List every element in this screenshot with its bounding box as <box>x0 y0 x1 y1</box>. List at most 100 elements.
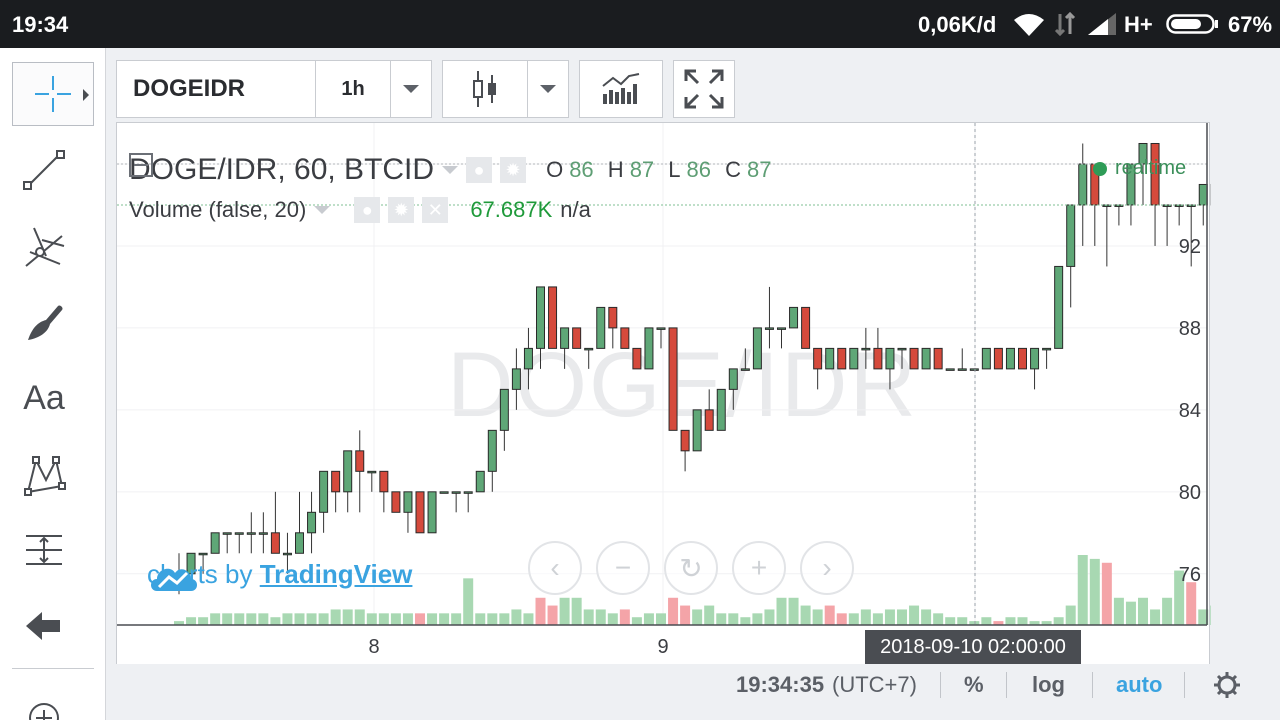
candle-body <box>1018 347 1027 370</box>
candle-body <box>777 327 786 330</box>
gear-icon[interactable]: ✹ <box>500 157 527 183</box>
scroll-right-button[interactable]: › <box>800 541 854 595</box>
volume-title[interactable]: Volume (false, 20) <box>129 197 306 223</box>
interval-button[interactable]: 1h <box>315 60 391 118</box>
pitchfork-tool[interactable] <box>12 214 76 278</box>
chart-panel[interactable]: DOGE/IDR 8 9 76 80 84 88 92 DOGE/IDR, 60, BTCI… <box>116 122 1211 668</box>
chart-style-button[interactable] <box>442 60 528 118</box>
expand-arrow-icon[interactable] <box>83 89 89 101</box>
candle-body <box>644 327 654 370</box>
gear-icon[interactable]: ✹ <box>388 197 415 223</box>
volume-bar <box>933 613 944 625</box>
candle-body <box>993 347 1003 370</box>
volume-bar <box>246 613 257 625</box>
trend-line-tool[interactable] <box>12 138 76 202</box>
candle-body <box>921 347 931 370</box>
percent-toggle[interactable]: % <box>964 672 984 698</box>
candle-body <box>367 470 377 474</box>
reset-button[interactable]: ↻ <box>664 541 718 595</box>
candle-body <box>909 347 919 370</box>
tradingview-branding[interactable]: charts by TradingView <box>147 559 412 591</box>
volume-bar <box>1077 555 1088 625</box>
volume-bar <box>680 605 691 625</box>
status-time: 19:34 <box>12 12 69 37</box>
candle-body <box>331 470 341 493</box>
series-title[interactable]: DOGE/IDR, 60, BTCID <box>129 153 434 187</box>
candle-body <box>1054 265 1064 349</box>
candle-body <box>379 470 389 493</box>
log-toggle[interactable]: log <box>1032 672 1065 698</box>
wifi-icon <box>1014 14 1044 36</box>
volume-bar <box>1101 562 1112 625</box>
eye-icon[interactable]: ● <box>466 157 493 183</box>
candle-body <box>849 347 859 370</box>
chevron-down-icon[interactable] <box>314 206 331 214</box>
chevron-down-icon[interactable] <box>442 166 459 174</box>
candle-body <box>680 429 690 452</box>
candle-body <box>234 532 244 535</box>
zoom-out-button[interactable]: − <box>596 541 650 595</box>
close-icon[interactable]: ✕ <box>422 197 449 223</box>
candle-body <box>415 491 425 534</box>
brush-icon <box>28 305 63 340</box>
candle-body <box>692 409 702 452</box>
fullscreen-button[interactable] <box>673 60 735 118</box>
volume-bar <box>270 617 281 625</box>
volume-bar <box>258 613 269 625</box>
candle-body <box>752 327 762 370</box>
candle-body <box>632 347 642 370</box>
volume-bar <box>318 613 329 625</box>
candle-body <box>897 347 907 351</box>
candle-body <box>885 347 895 370</box>
collapse-icon[interactable] <box>129 153 153 177</box>
zoom-in-button[interactable]: + <box>732 541 786 595</box>
candle-body <box>873 347 883 370</box>
crosshair-tool[interactable] <box>12 62 94 126</box>
divider <box>1184 672 1185 698</box>
eye-icon[interactable]: ● <box>354 197 381 223</box>
data-transfer-icon <box>1054 12 1076 36</box>
candle-body <box>258 532 268 535</box>
candle-body <box>620 327 630 349</box>
battery-icon <box>1166 14 1218 34</box>
battery-percent: 67% <box>1228 12 1273 37</box>
pattern-tool[interactable] <box>12 442 76 506</box>
interval-dropdown[interactable] <box>390 60 432 118</box>
series-legend: DOGE/IDR, 60, BTCID ● ✹ O 86 H 87 L 86 C 87 <box>129 153 780 187</box>
volume-bar <box>812 609 823 625</box>
volume-bar <box>354 609 365 625</box>
chevron-down-icon <box>540 85 556 93</box>
volume-bar <box>415 613 425 625</box>
chart-style-dropdown[interactable] <box>527 60 569 118</box>
measure-tool[interactable] <box>12 518 76 582</box>
text-tool[interactable]: Aa <box>12 366 76 430</box>
candle-body <box>523 347 533 370</box>
candle-body <box>343 450 353 493</box>
volume-bar <box>728 613 739 625</box>
candle-body <box>391 491 401 513</box>
candle-body <box>295 532 304 554</box>
remove-drawings-tool[interactable] <box>12 594 76 658</box>
volume-bar <box>1005 617 1016 625</box>
status-bar: 19:34 0,06K/d H+ 67% <box>0 0 1280 48</box>
auto-toggle[interactable]: auto <box>1116 672 1162 698</box>
settings-gear-icon[interactable] <box>1212 670 1242 700</box>
volume-bar <box>390 613 401 625</box>
volume-legend: Volume (false, 20) ● ✹ ✕ 67.687K n/a <box>129 197 591 223</box>
candle-body <box>282 552 292 556</box>
toolbar-divider <box>12 668 94 669</box>
scroll-left-button[interactable]: ‹ <box>528 541 582 595</box>
brush-tool[interactable] <box>12 290 76 354</box>
volume-bar <box>656 613 666 625</box>
symbol-search-button[interactable]: DOGEIDR <box>116 60 316 118</box>
volume-bar <box>740 617 751 625</box>
volume-bar <box>957 617 968 625</box>
volume-bar <box>595 609 606 625</box>
candle-body <box>825 347 835 370</box>
zoom-in-tool[interactable] <box>12 680 76 720</box>
candlestick-icon <box>473 71 496 107</box>
timezone[interactable]: (UTC+7) <box>832 672 917 698</box>
volume-bar <box>547 605 558 625</box>
indicators-button[interactable] <box>579 60 663 118</box>
signal-icon <box>1088 13 1116 35</box>
